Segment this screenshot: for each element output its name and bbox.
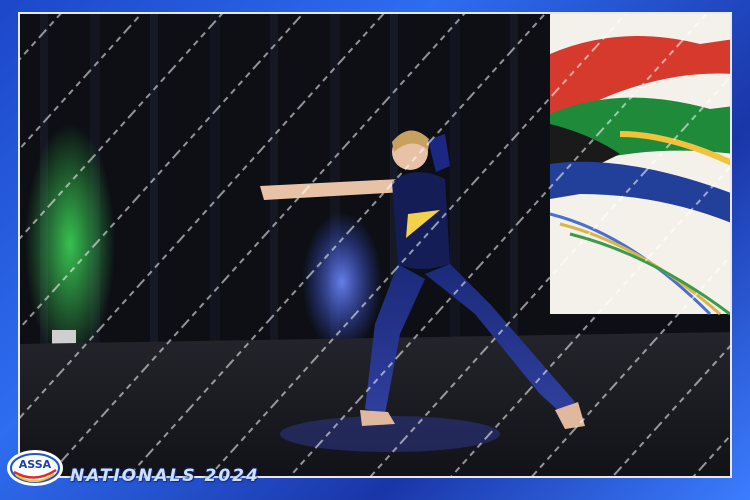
- watermark-overlay: [20, 14, 730, 476]
- stage-scene: [20, 14, 730, 476]
- event-photo: [18, 12, 732, 478]
- assa-logo: ASSA: [7, 450, 63, 486]
- svg-text:ASSA: ASSA: [19, 458, 52, 471]
- event-title: NATIONALS 2024: [70, 466, 260, 486]
